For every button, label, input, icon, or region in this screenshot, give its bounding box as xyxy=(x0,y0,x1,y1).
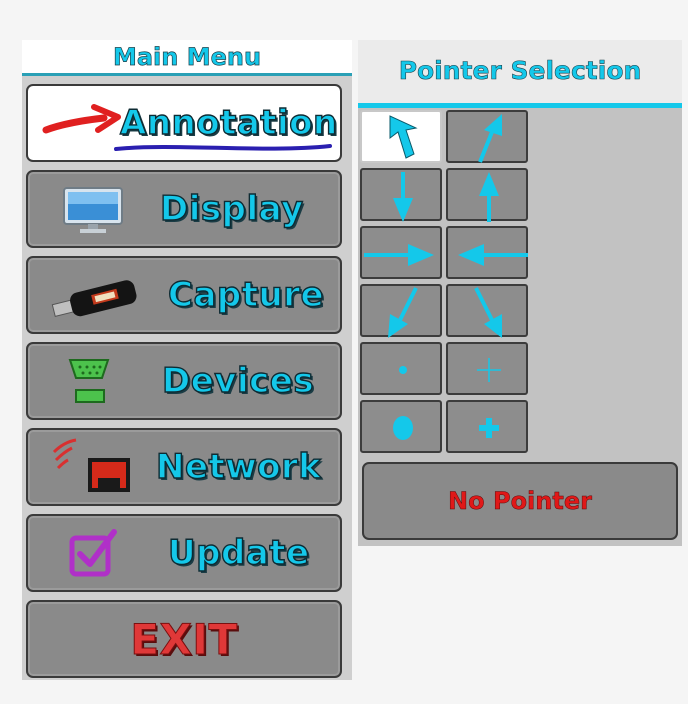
thin-cross-icon xyxy=(477,358,501,382)
main-menu-title: Main Menu xyxy=(22,40,352,76)
pointer-selection-panel: Pointer Selection No Pointer xyxy=(358,40,682,546)
large-dot-icon xyxy=(393,416,413,440)
pointer-thin-cross[interactable] xyxy=(446,342,528,395)
pointer-small-dot[interactable] xyxy=(360,342,442,395)
arrow-up-icon xyxy=(479,172,499,222)
update-label: Update xyxy=(167,532,310,573)
pointer-large-dot[interactable] xyxy=(360,400,442,453)
capture-button[interactable]: Capture xyxy=(26,256,342,334)
pointer-arrow-left[interactable] xyxy=(446,226,528,279)
display-label: Display xyxy=(159,188,304,229)
pointer-arrow-up-right[interactable] xyxy=(446,110,528,163)
red-arrow-icon xyxy=(42,104,122,144)
pointer-arrow-down-left[interactable] xyxy=(360,284,442,338)
network-label: Network xyxy=(155,446,322,487)
no-pointer-label: No Pointer xyxy=(448,487,592,516)
arrow-up-right-icon xyxy=(478,114,502,163)
update-button[interactable]: Update xyxy=(26,514,342,592)
pointer-selection-title: Pointer Selection xyxy=(358,40,682,108)
pointer-arrow-up[interactable] xyxy=(446,168,528,222)
arrow-down-icon xyxy=(393,172,413,222)
arrow-down-left-icon xyxy=(388,287,418,338)
devices-label: Devices xyxy=(161,360,315,401)
pointer-arrow-up-left[interactable] xyxy=(360,110,442,163)
capture-label: Capture xyxy=(167,274,325,315)
main-menu-panel: Main Menu Annotation Display Capture Dev… xyxy=(22,40,352,680)
underline-mark xyxy=(114,140,334,159)
arrow-right-icon xyxy=(364,244,434,266)
devices-button[interactable]: Devices xyxy=(26,342,342,420)
pointer-arrow-down[interactable] xyxy=(360,168,442,222)
checkbox-icon xyxy=(68,528,118,582)
arrow-left-icon xyxy=(458,244,528,266)
arrow-down-right-icon xyxy=(474,287,502,338)
no-pointer-button[interactable]: No Pointer xyxy=(362,462,678,540)
small-dot-icon xyxy=(399,366,407,374)
monitor-icon xyxy=(62,186,124,238)
pointer-bold-cross[interactable] xyxy=(446,400,528,453)
ethernet-port-icon xyxy=(50,438,134,500)
exit-label: EXIT xyxy=(130,614,238,664)
pointer-arrow-right[interactable] xyxy=(360,226,442,279)
usb-stick-icon xyxy=(48,272,144,328)
pointer-arrow-down-right[interactable] xyxy=(446,284,528,338)
exit-button[interactable]: EXIT xyxy=(26,600,342,678)
bold-cross-icon xyxy=(479,418,499,438)
arrow-up-left-icon xyxy=(389,115,418,159)
display-button[interactable]: Display xyxy=(26,170,342,248)
annotation-button[interactable]: Annotation xyxy=(26,84,342,162)
serial-port-icon xyxy=(68,356,110,412)
network-button[interactable]: Network xyxy=(26,428,342,506)
